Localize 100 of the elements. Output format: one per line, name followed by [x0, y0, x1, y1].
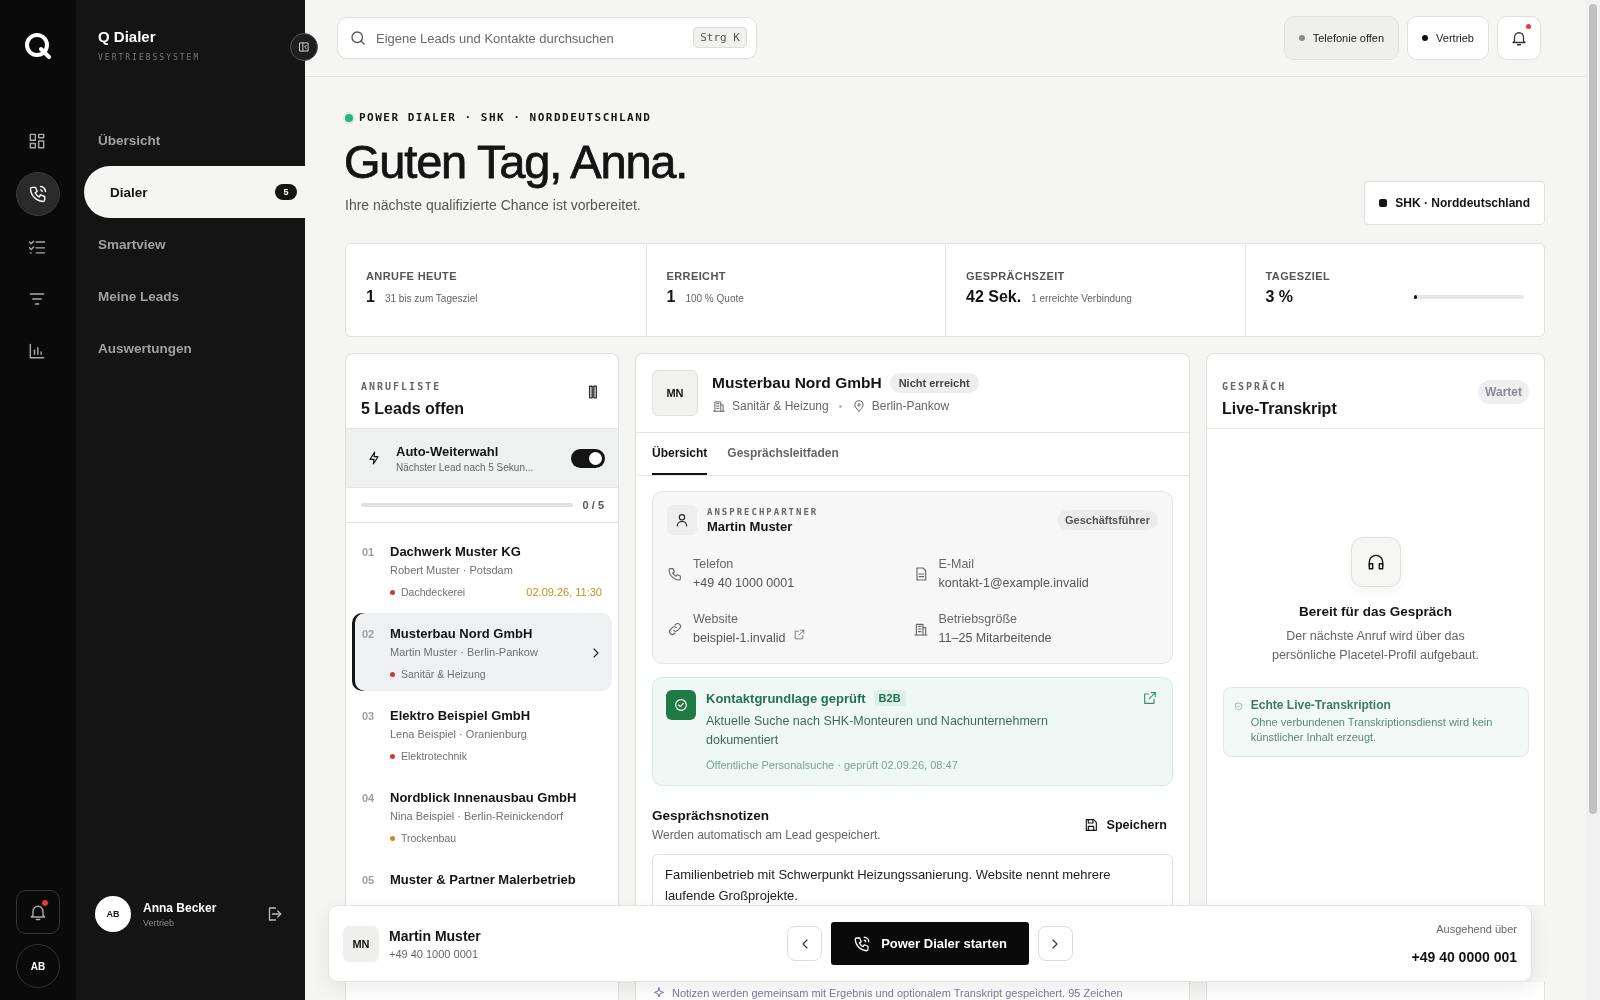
bolt-icon [366, 450, 382, 466]
auto-dial-subtitle: Nächster Lead nach 5 Sekun... [396, 461, 535, 473]
chip-label: Vertrieb [1436, 32, 1474, 44]
status-chip[interactable]: Telefonie offen [1283, 16, 1400, 60]
lead-industry: Sanitär & Heizung [401, 668, 486, 680]
sidebar-item[interactable]: Übersicht [76, 114, 305, 166]
lead-number: 04 [362, 792, 376, 804]
tab[interactable]: Übersicht [652, 433, 708, 475]
collapse-icon [297, 40, 311, 54]
search-icon [349, 29, 367, 47]
company-industry: Sanitär & Heizung [732, 399, 829, 413]
notes-footer: Notizen werden gemeinsam mit Ergebnis und optionalem Transkript gespeichert. 95 Zeichen [672, 987, 1123, 999]
lead-company: Nordblick Innenausbau GmbH [390, 790, 578, 805]
shield-icon [1233, 699, 1243, 713]
shortcut-hint: Strg K [693, 27, 747, 48]
building-icon [712, 399, 726, 413]
page-subtitle: Ihre nächste qualifizierte Chance ist vorbereitet. [345, 197, 642, 213]
lead-company: Dachwerk Muster KG [390, 544, 522, 559]
verification-text: Aktuelle Suche nach SHK-Monteuren und Nachunternehmern dokumentiert [706, 713, 1049, 750]
field-label: Telefon [693, 557, 735, 571]
segment-button[interactable]: SHK · Norddeutschland [1364, 181, 1545, 225]
nav-label: Smartview [98, 236, 166, 252]
external-link-icon[interactable] [1142, 690, 1158, 706]
b2b-tag: B2B [873, 690, 906, 706]
role-badge: Geschäftsführer [1057, 510, 1158, 530]
queue-progress-reading: 0 / 5 [582, 499, 604, 511]
contact-eyebrow: ANSPRECHPARTNER [707, 506, 820, 517]
scrollbar[interactable] [1586, 0, 1600, 1000]
lead-contact: Nina Beispiel · Berlin-Reinickendorf [390, 810, 565, 822]
phone-icon [853, 934, 872, 953]
section-title: Live-Transkript [1222, 399, 1337, 418]
empty-state-text: Der nächste Anruf wird über das persönliche Placetel-Profil aufgebaut. [1270, 628, 1481, 664]
page-title: Guten Tag, Anna. [344, 134, 688, 189]
lead-list-item[interactable]: 03 Elektro Beispiel GmbH Lena Beispiel · Oranienburg Elektrotechnik [352, 695, 612, 773]
sidebar-item[interactable]: Dialer 5 [84, 166, 305, 218]
nav-label: Auswertungen [98, 340, 192, 356]
sidebar-item[interactable]: Meine Leads [76, 270, 305, 322]
phone-icon [28, 184, 48, 204]
call-status-badge: Nicht erreicht [889, 373, 979, 393]
bar-chart-icon [27, 341, 47, 361]
transcript-status-badge: Wartet [1478, 380, 1529, 404]
sidebar-item[interactable]: Smartview [76, 218, 305, 270]
company-avatar: MN [652, 370, 698, 416]
lead-industry: Trockenbau [401, 832, 457, 844]
start-dialer-button[interactable]: Power Dialer starten [831, 922, 1029, 965]
nav-label: Dialer [110, 184, 148, 200]
logo-icon [22, 30, 54, 62]
location-pin-icon [851, 399, 866, 413]
field-value: 11–25 Mitarbeitende [938, 631, 1052, 645]
chip-label: Telefonie offen [1312, 32, 1385, 44]
lead-number: 03 [362, 710, 376, 722]
sidebar-item[interactable]: Auswertungen [76, 322, 305, 374]
contact-phone: +49 40 1000 0001 [389, 947, 479, 960]
headphones-icon [1350, 537, 1401, 587]
tab[interactable]: Gesprächsleitfaden [727, 433, 839, 475]
status-chip[interactable]: Vertrieb [1407, 16, 1489, 60]
lead-industry: Elektrotechnik [401, 750, 467, 762]
field-value: +49 40 1000 0001 [693, 576, 795, 590]
user-avatar: AB [95, 896, 131, 932]
stat-value: 42 Sek. [966, 288, 1022, 306]
lead-contact: Lena Beispiel · Oranienburg [390, 728, 528, 740]
section-eyebrow: GESPRÄCH [1222, 380, 1288, 392]
verification-source: Öffentliche Personalsuche · geprüft 02.09.26, 08:47 [706, 758, 959, 771]
lead-company: Musterbau Nord GmbH [390, 626, 534, 641]
external-link-icon[interactable] [793, 627, 807, 641]
lead-list-item[interactable]: 01 Dachwerk Muster KG Robert Muster · Potsdam Dachdeckerei 02.09.26, 11:30 [352, 531, 612, 609]
company-name: Musterbau Nord GmbH [712, 374, 882, 392]
stat-value: 1 [366, 288, 375, 306]
notes-subtitle: Werden automatisch am Lead gespeichert. [652, 827, 881, 842]
nav-label: Übersicht [98, 132, 161, 148]
stat-note: 100 % Quote [685, 293, 744, 304]
verification-title: Kontaktgrundlage geprüft [706, 690, 866, 706]
user-role: Vertrieb [143, 917, 176, 928]
lead-due-date: 02.09.26, 11:30 [526, 586, 602, 598]
unread-dot [1526, 24, 1531, 29]
lead-industry: Dachdeckerei [401, 586, 466, 598]
info-title: Echte Live-Transkription [1250, 697, 1392, 712]
field-label: Website [693, 612, 739, 626]
link-icon [667, 620, 683, 637]
sparkle-icon [652, 986, 666, 1000]
field-label: E-Mail [938, 557, 975, 571]
lead-company: Muster & Partner Malerbetrieb [390, 872, 577, 887]
collapse-sidebar-button[interactable] [290, 33, 318, 61]
lead-company: Elektro Beispiel GmbH [390, 708, 532, 723]
stat-value: 1 [666, 288, 676, 306]
lead-list-item[interactable]: 02 Musterbau Nord GmbH Martin Muster · Berlin-Pankow Sanitär & Heizung [352, 613, 612, 691]
lead-list-item[interactable]: 05 Muster & Partner Malerbetrieb [352, 859, 612, 898]
company-city: Berlin-Pankow [871, 399, 950, 413]
outbound-label: Ausgehend über [1435, 922, 1517, 935]
stat-value: 3 % [1265, 288, 1294, 306]
contact-name: Martin Muster [389, 927, 481, 944]
contact-avatar: MN [343, 925, 379, 962]
lead-list-item[interactable]: 04 Nordblick Innenausbau GmbH Nina Beispiel · Berlin-Reinickendorf Trockenbau [352, 777, 612, 855]
nav-rail-button[interactable] [16, 172, 60, 216]
auto-dial-toggle[interactable] [571, 448, 605, 468]
notification-button[interactable] [16, 890, 60, 934]
checklist-icon [27, 237, 47, 257]
save-button[interactable]: Speichern [1076, 812, 1173, 837]
app-title: Q Dialer [98, 28, 157, 45]
section-eyebrow: ANRUFLISTE [361, 380, 443, 392]
